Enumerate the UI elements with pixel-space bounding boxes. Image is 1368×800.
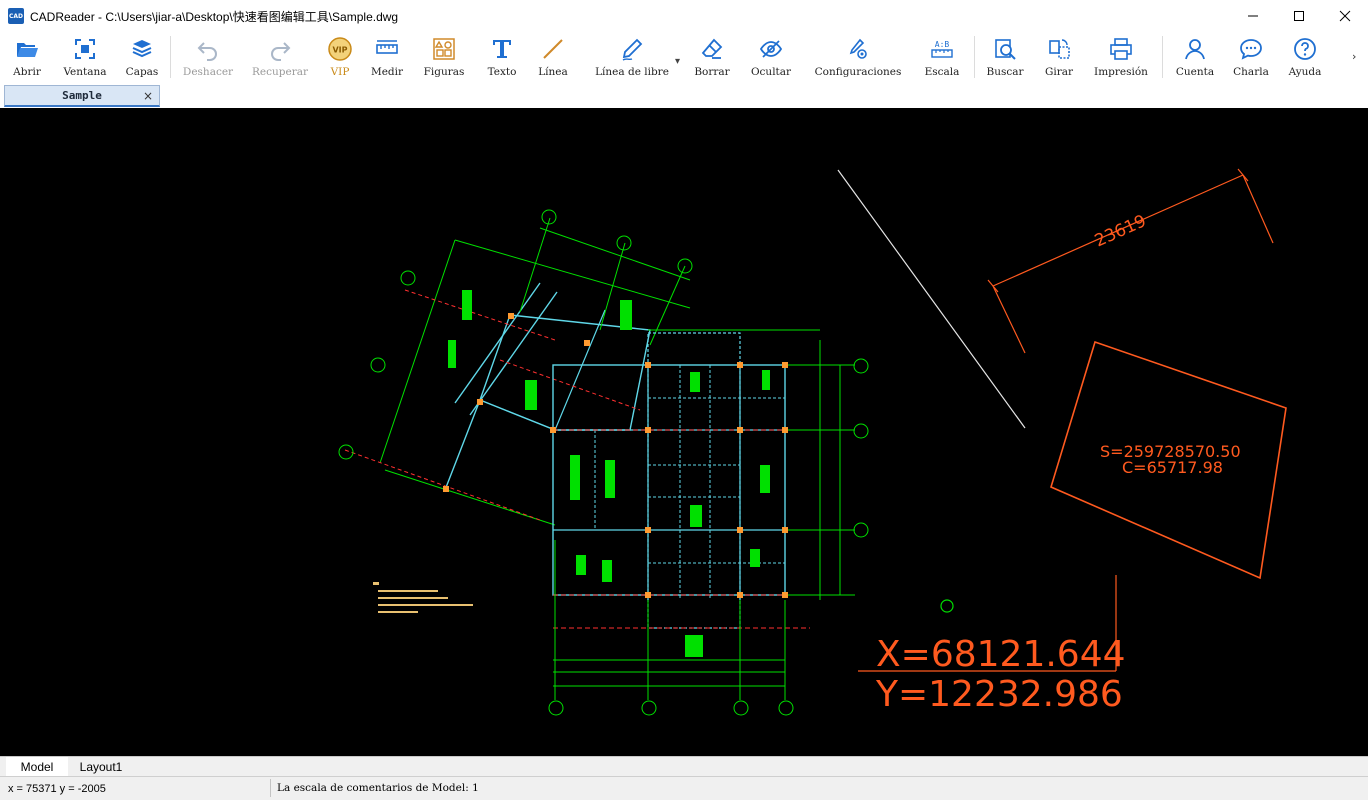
help-icon <box>1293 37 1317 61</box>
white-reference-line <box>837 169 1026 429</box>
window-icon <box>73 37 97 61</box>
toolbar-overflow-arrow-icon[interactable]: › <box>1352 50 1356 63</box>
drawing-canvas[interactable]: 23619 S=259728570.50 C=65717.98 X=68121.… <box>0 108 1368 756</box>
main-toolbar: Abrir Ventana Capas Deshacer Recuperar V… <box>0 32 1368 82</box>
eraser-icon <box>700 37 724 61</box>
tab-label: Sample <box>62 89 102 102</box>
layout-tab-bar: Model Layout1 <box>0 756 1368 776</box>
maximize-button[interactable] <box>1276 0 1322 32</box>
chat-button[interactable]: Charla <box>1230 32 1272 82</box>
chat-icon <box>1239 37 1263 61</box>
y-coordinate-label: Y=12232.986 <box>875 674 1123 715</box>
annotation-scale-text: La escala de comentarios de Model: 1 <box>277 782 479 794</box>
freehand-line-button[interactable]: Línea de libre ▾ <box>586 32 680 82</box>
vip-button[interactable]: VIP VIP <box>324 32 356 82</box>
design-notes <box>373 582 473 613</box>
status-bar: x = 75371 y = -2005 La escala de comenta… <box>0 776 1368 800</box>
help-button[interactable]: Ayuda <box>1286 32 1324 82</box>
dropdown-arrow-icon[interactable]: ▾ <box>675 56 680 67</box>
dimension-label: 23619 <box>1092 211 1150 251</box>
settings-button[interactable]: Configuraciones <box>810 32 906 82</box>
undo-button[interactable]: Deshacer <box>180 32 236 82</box>
print-button[interactable]: Impresión <box>1092 32 1150 82</box>
account-button[interactable]: Cuenta <box>1174 32 1216 82</box>
scale-icon: A:B <box>930 37 954 61</box>
folder-open-icon <box>15 37 39 61</box>
scale-button[interactable]: A:B Escala <box>920 32 964 82</box>
hide-button[interactable]: Ocultar <box>748 32 794 82</box>
cursor-coordinates: x = 75371 y = -2005 <box>8 783 106 795</box>
maximize-icon <box>1294 11 1304 21</box>
cad-drawing: 23619 S=259728570.50 C=65717.98 X=68121.… <box>338 168 1287 716</box>
text-button[interactable]: Texto <box>482 32 522 82</box>
measure-button[interactable]: Medir <box>368 32 406 82</box>
layers-icon <box>130 37 154 61</box>
printer-icon <box>1109 37 1133 61</box>
toolbar-separator <box>170 36 171 78</box>
ruler-icon <box>375 37 399 61</box>
tab-sample[interactable]: Sample × <box>4 85 160 107</box>
title-bar: CAD CADReader - C:\Users\jiar-a\Desktop\… <box>0 0 1368 32</box>
redo-icon <box>268 37 292 61</box>
floor-plan-main-grid <box>443 313 869 716</box>
toolbar-separator <box>1162 36 1163 78</box>
x-coordinate-label: X=68121.644 <box>876 634 1126 675</box>
rotate-button[interactable]: Girar <box>1040 32 1078 82</box>
svg-text:A:B: A:B <box>935 40 950 49</box>
window-controls <box>1230 0 1368 32</box>
eye-off-icon <box>759 37 783 61</box>
window-button[interactable]: Ventana <box>60 32 110 82</box>
tab-layout1[interactable]: Layout1 <box>70 757 132 776</box>
perimeter-label: C=65717.98 <box>1122 458 1223 477</box>
vip-icon: VIP <box>328 37 352 61</box>
tab-close-icon[interactable]: × <box>143 89 153 103</box>
floor-plan-rotated-wing <box>338 209 693 526</box>
rotate-icon <box>1047 37 1071 61</box>
tab-model[interactable]: Model <box>6 757 68 776</box>
shapes-icon <box>432 37 456 61</box>
pen-icon <box>620 37 644 61</box>
settings-icon <box>846 37 870 61</box>
redo-button[interactable]: Recuperar <box>250 32 310 82</box>
measure-dimension <box>987 168 1274 354</box>
open-button[interactable]: Abrir <box>8 32 46 82</box>
close-icon <box>1339 10 1351 22</box>
line-icon <box>541 37 565 61</box>
text-icon <box>490 37 514 61</box>
undo-icon <box>196 37 220 61</box>
window-title: CADReader - C:\Users\jiar-a\Desktop\快速看图… <box>30 9 399 24</box>
search-button[interactable]: Buscar <box>984 32 1026 82</box>
layers-button[interactable]: Capas <box>122 32 162 82</box>
line-button[interactable]: Línea <box>534 32 572 82</box>
toolbar-separator <box>974 36 975 78</box>
close-button[interactable] <box>1322 0 1368 32</box>
erase-button[interactable]: Borrar <box>690 32 734 82</box>
user-icon <box>1183 37 1207 61</box>
shapes-button[interactable]: Figuras <box>420 32 468 82</box>
document-tab-bar: Sample × <box>0 84 1368 108</box>
minimize-icon <box>1248 15 1258 17</box>
app-icon: CAD <box>8 8 24 24</box>
minimize-button[interactable] <box>1230 0 1276 32</box>
search-icon <box>993 37 1017 61</box>
coordinate-annotation: X=68121.644 Y=12232.986 <box>858 575 1126 715</box>
svg-text:VIP: VIP <box>332 46 347 55</box>
status-divider <box>270 779 271 797</box>
